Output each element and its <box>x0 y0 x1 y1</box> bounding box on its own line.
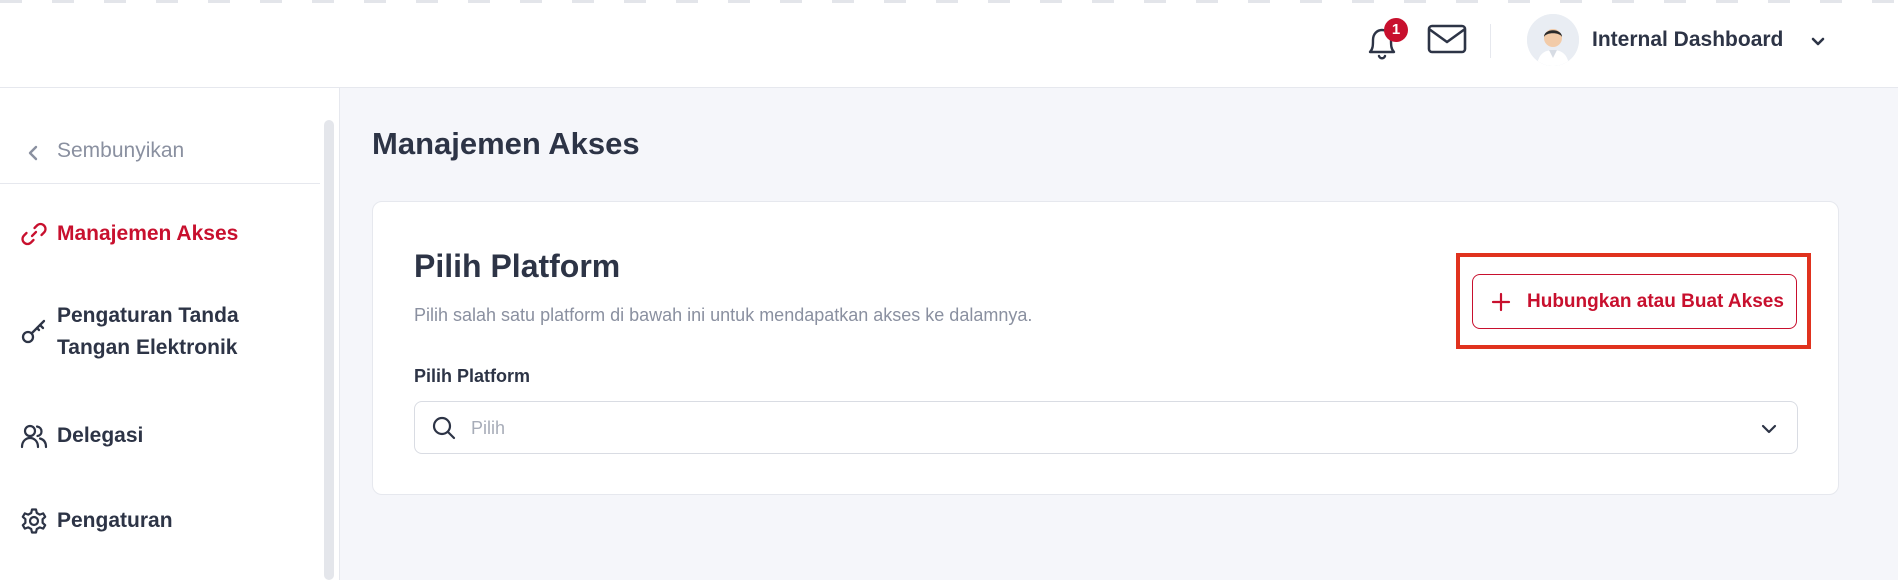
card-subtitle: Pilih salah satu platform di bawah ini u… <box>414 305 1033 325</box>
search-icon <box>432 416 456 440</box>
top-border-decoration <box>0 0 1898 3</box>
key-icon <box>21 319 46 344</box>
sidebar-item-label: Delegasi <box>57 424 144 447</box>
sidebar-item-label: Manajemen Akses <box>57 222 239 245</box>
sidebar-item-label: Pengaturan <box>57 509 173 532</box>
plus-icon <box>1491 292 1511 312</box>
connect-or-create-access-button[interactable]: Hubungkan atau Buat Akses <box>1472 274 1797 329</box>
chevron-left-icon <box>28 145 38 161</box>
header-divider <box>1490 24 1491 58</box>
sidebar-item-manajemen-akses[interactable]: Manajemen Akses <box>0 214 320 254</box>
sidebar-hide-label: Sembunyikan <box>57 139 185 162</box>
notification-button[interactable]: 1 <box>1362 18 1408 62</box>
top-bar: 1 Internal Dashboard <box>0 0 1898 88</box>
chevron-down-icon <box>1761 424 1777 434</box>
sidebar-hide-toggle[interactable]: Sembunyikan <box>0 130 320 184</box>
profile-name[interactable]: Internal Dashboard <box>1592 28 1783 52</box>
connect-button-label: Hubungkan atau Buat Akses <box>1527 291 1784 312</box>
messages-button[interactable] <box>1426 22 1468 58</box>
sidebar: Sembunyikan Manajemen Akses Pengaturan T… <box>0 88 340 580</box>
card-title: Pilih Platform <box>414 248 621 284</box>
sidebar-item-label-line2: Tangan Elektronik <box>57 336 238 359</box>
mail-icon <box>1427 24 1467 54</box>
sidebar-item-pengaturan[interactable]: Pengaturan <box>0 501 320 541</box>
chevron-down-icon[interactable] <box>1808 32 1828 52</box>
sidebar-scrollbar[interactable] <box>324 120 334 580</box>
notification-badge: 1 <box>1384 18 1408 42</box>
avatar[interactable] <box>1527 14 1579 66</box>
page-title: Manajemen Akses <box>372 126 640 161</box>
sidebar-item-label-line1: Pengaturan Tanda <box>57 304 239 327</box>
sidebar-item-pengaturan-tanda-tangan[interactable]: Pengaturan Tanda Tangan Elektronik <box>0 300 320 366</box>
platform-select-placeholder: Pilih <box>471 418 506 438</box>
link-icon <box>21 222 47 246</box>
platform-select[interactable]: Pilih <box>414 401 1798 454</box>
sidebar-item-delegasi[interactable]: Delegasi <box>0 416 320 456</box>
platform-field-label: Pilih Platform <box>414 366 531 386</box>
gear-icon <box>21 508 47 534</box>
users-icon <box>20 424 48 449</box>
